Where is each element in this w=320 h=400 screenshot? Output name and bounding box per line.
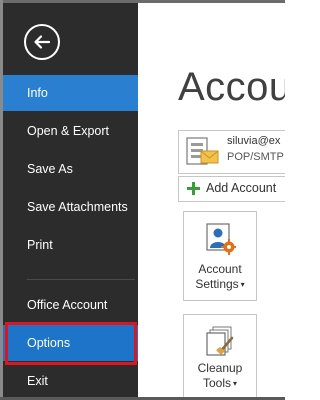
add-account-button[interactable]: Add Account (178, 176, 285, 202)
account-settings-label-line2: Settings ▾ (195, 277, 245, 291)
nav-divider (27, 279, 135, 280)
account-type: POP/SMTP (227, 151, 284, 163)
cleanup-tools-label-line2: Tools ▾ (202, 376, 238, 390)
add-account-label: Add Account (206, 181, 277, 195)
nav-item-open-export[interactable]: Open & Export (3, 113, 138, 149)
nav-item-save-attachments[interactable]: Save Attachments (3, 189, 138, 225)
account-settings-label-line1: Account (198, 262, 242, 276)
account-settings-icon (206, 223, 236, 255)
email-account-icon (186, 137, 219, 165)
nav-item-info[interactable]: Info (3, 75, 138, 111)
main-content: Accou siluvia@ex POP/SMTP Add Account Ac… (138, 3, 285, 397)
account-email: siluvia@ex (227, 135, 281, 147)
cleanup-tools-label-line1: Cleanup (197, 361, 243, 375)
cleanup-tools-icon (206, 326, 234, 356)
nav-item-exit[interactable]: Exit (3, 363, 138, 399)
account-settings-button[interactable]: Account Settings ▾ (183, 211, 257, 301)
back-arrow-icon (34, 35, 51, 49)
account-selector[interactable]: siluvia@ex POP/SMTP (178, 130, 285, 174)
dropdown-caret-icon: ▾ (240, 280, 245, 289)
nav-item-save-as[interactable]: Save As (3, 151, 138, 187)
back-button[interactable] (24, 24, 60, 60)
page-title: Accou (178, 65, 285, 109)
nav-item-print[interactable]: Print (3, 227, 138, 263)
dropdown-caret-icon: ▾ (233, 379, 238, 388)
nav-item-options[interactable]: Options (3, 325, 138, 361)
backstage-nav: Info Open & Export Save As Save Attachme… (3, 3, 138, 397)
plus-icon (187, 182, 200, 195)
nav-item-office-account[interactable]: Office Account (3, 287, 138, 323)
cleanup-tools-button[interactable]: Cleanup Tools ▾ (183, 314, 257, 397)
